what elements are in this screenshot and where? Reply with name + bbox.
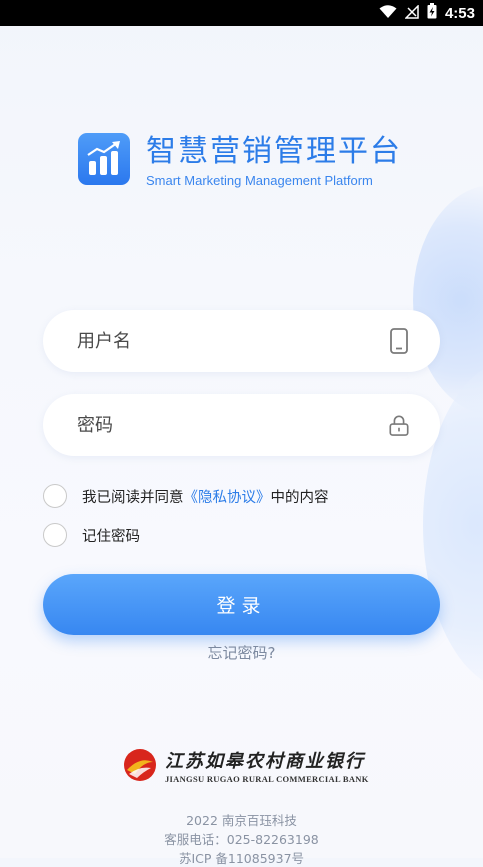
privacy-policy-link[interactable]: 《隐私协议》 [184,486,271,507]
battery-charging-icon [427,3,437,23]
agreement-row: 我已阅读并同意 《隐私协议》 中的内容 [43,484,329,508]
remember-password-label: 记住密码 [82,528,140,545]
footer-hotline: 客服电话：025-82263198 [164,832,319,847]
password-input[interactable] [75,413,388,437]
password-field[interactable] [43,394,440,456]
app-subtitle: Smart Marketing Management Platform [146,173,373,188]
forgot-password-link[interactable]: 忘记密码? [0,642,483,663]
agreement-prefix: 我已阅读并同意 [82,489,184,506]
app-title: 智慧营销管理平台 [146,134,402,169]
login-button[interactable]: 登录 [43,574,440,635]
bank-emblem-icon [123,748,157,786]
signal-icon [404,3,419,23]
remember-password-checkbox[interactable] [43,523,67,547]
bar-chart-trend-icon [78,133,130,185]
bank-logo: 江苏如皋农村商业银行 JIANGSU RUGAO RURAL COMMERCIA… [123,748,369,786]
phone-icon [388,328,410,354]
status-bar: 4:53 [0,0,483,26]
lock-icon [388,412,410,438]
app-header: 智慧营销管理平台 Smart Marketing Management Plat… [78,133,402,188]
username-input[interactable] [75,329,388,353]
status-time: 4:53 [444,4,475,22]
footer-copyright: 2022 南京百珏科技 [186,813,297,828]
agreement-checkbox[interactable] [43,484,67,508]
remember-row: 记住密码 [43,523,140,547]
bank-name-cn: 江苏如皋农村商业银行 [165,750,365,772]
wifi-icon [379,4,397,23]
bank-name-en: JIANGSU RUGAO RURAL COMMERCIAL BANK [165,773,369,784]
agreement-suffix: 中的内容 [270,489,329,506]
username-field[interactable] [43,310,440,372]
